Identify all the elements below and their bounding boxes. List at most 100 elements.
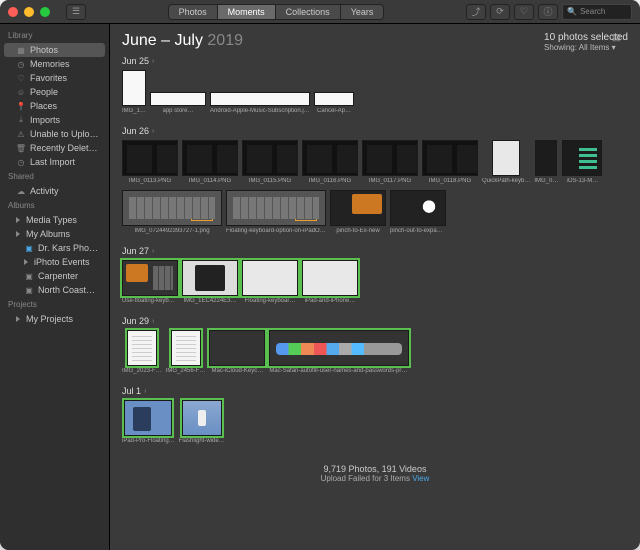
thumbnail[interactable]: Mac-iCloud-Keyc…	[209, 330, 265, 374]
minimize-window-button[interactable]	[24, 7, 34, 17]
sidebar-item-north[interactable]: ▣North Coast…	[0, 283, 109, 297]
thumbnail[interactable]: Mac-Safari-autofill-user-names-and-passw…	[269, 330, 409, 374]
thumbnail[interactable]: Cancel-Ap…	[314, 70, 354, 114]
thumbnail[interactable]: Floating-keyboard-option-on-iPadOS-full-…	[226, 190, 326, 234]
thumbnail[interactable]: iOS-13-M…	[562, 140, 602, 184]
sidebar-item-my-projects[interactable]: My Projects	[0, 312, 109, 326]
sidebar: Library ▦Photos ◷Memories ♡Favorites ☺Pe…	[0, 24, 110, 550]
search-input[interactable]: 🔍Search	[562, 4, 632, 20]
sidebar-item-drkars[interactable]: ▣Dr. Kars Pho…	[0, 241, 109, 255]
thumbnail[interactable]: IMG_0…	[534, 140, 558, 184]
sidebar-item-media-types[interactable]: Media Types	[0, 213, 109, 227]
zoom-window-button[interactable]	[40, 7, 50, 17]
album-icon: ▣	[24, 271, 34, 281]
thumbnail[interactable]: iPad-and-iPhone…	[302, 260, 358, 304]
close-window-button[interactable]	[8, 7, 18, 17]
sidebar-header-library: Library	[0, 28, 109, 43]
memories-icon: ◷	[16, 59, 26, 69]
thumbnail[interactable]: IMG_1…	[122, 70, 146, 114]
share-icon[interactable]: ⤴	[466, 4, 486, 20]
sidebar-item-imports[interactable]: ⤓Imports	[0, 113, 109, 127]
rotate-icon[interactable]: ⟳	[490, 4, 510, 20]
page-title: June – July 2019	[122, 32, 243, 50]
sidebar-item-memories[interactable]: ◷Memories	[0, 57, 109, 71]
sidebar-item-last-import[interactable]: ◷Last Import	[0, 155, 109, 169]
thumbnail[interactable]: IMG_0113.PNG	[122, 140, 178, 184]
import-icon: ⤓	[16, 115, 26, 125]
sidebar-item-my-albums[interactable]: My Albums	[0, 227, 109, 241]
info-icon[interactable]: ⓘ	[538, 4, 558, 20]
thumbnail[interactable]: pinch-to-Ex-new	[330, 190, 386, 234]
warning-icon: ⚠	[16, 129, 26, 139]
section-header-jun26[interactable]: Jun 26›	[122, 126, 628, 136]
titlebar: ☰ Photos Moments Collections Years ⤴ ⟳ ♡…	[0, 0, 640, 24]
pin-icon: 📍	[16, 101, 26, 111]
chevron-right-icon: ›	[152, 58, 154, 65]
disclosure-icon	[16, 231, 20, 237]
content-area: ▤ June – July 2019 10 photos selected Sh…	[110, 24, 640, 550]
thumbnail[interactable]: IMG_2456-F…	[166, 330, 206, 374]
thumbnail[interactable]: iPad-Pro-Floating…	[122, 400, 175, 444]
chevron-right-icon: ›	[144, 388, 146, 395]
thumbnail[interactable]: IMG_2023-F…	[122, 330, 162, 374]
tab-years[interactable]: Years	[341, 4, 385, 20]
search-icon: 🔍	[567, 7, 577, 16]
window-controls	[8, 7, 50, 17]
sidebar-item-iphoto[interactable]: iPhoto Events	[0, 255, 109, 269]
thumbnail[interactable]: app store…	[150, 70, 206, 114]
sidebar-header-projects: Projects	[0, 297, 109, 312]
library-count: 9,719 Photos, 191 Videos	[122, 464, 628, 474]
status-footer: 9,719 Photos, 191 Videos Upload Failed f…	[122, 464, 628, 493]
section-header-jun27[interactable]: Jun 27›	[122, 246, 628, 256]
thumbnail[interactable]: IMG_0724492393727-1.png	[122, 190, 222, 234]
people-icon: ☺	[16, 87, 26, 97]
section-header-jun29[interactable]: Jun 29›	[122, 316, 628, 326]
trash-icon: 🗑	[16, 143, 26, 153]
tab-photos[interactable]: Photos	[168, 4, 218, 20]
thumbnail[interactable]: Android-Apple-Music-Subscription.jpg	[210, 70, 310, 114]
sidebar-item-places[interactable]: 📍Places	[0, 99, 109, 113]
sidebar-item-recent-deleted[interactable]: 🗑Recently Delet…	[0, 141, 109, 155]
thumbnail[interactable]: IMG_0117.PNG	[362, 140, 418, 184]
sidebar-item-carpenter[interactable]: ▣Carpenter	[0, 269, 109, 283]
view-segmented-control: Photos Moments Collections Years	[92, 4, 460, 20]
album-icon: ▣	[24, 243, 34, 253]
sidebar-header-shared: Shared	[0, 169, 109, 184]
thumbnail[interactable]: Use-floating-keyboard-handle-to-spring-b…	[122, 260, 178, 304]
thumbnail[interactable]: QuickPath-keyb…	[482, 140, 530, 184]
photos-icon: ▦	[16, 45, 26, 55]
chevron-right-icon: ›	[152, 128, 154, 135]
heart-icon: ♡	[16, 73, 26, 83]
chevron-right-icon: ›	[152, 318, 154, 325]
grid-view-icon[interactable]: ▤	[612, 32, 630, 46]
sidebar-item-photos[interactable]: ▦Photos	[4, 43, 105, 57]
disclosure-icon	[16, 316, 20, 322]
tab-collections[interactable]: Collections	[276, 4, 341, 20]
thumbnail[interactable]: pinch-out-to-expand-floating-keyboard-t…	[390, 190, 446, 234]
sidebar-header-albums: Albums	[0, 198, 109, 213]
sidebar-toggle-icon[interactable]: ☰	[66, 4, 86, 20]
thumbnail[interactable]: IMG_0114.PNG	[182, 140, 238, 184]
section-header-jun25[interactable]: Jun 25›	[122, 56, 628, 66]
favorite-icon[interactable]: ♡	[514, 4, 534, 20]
sidebar-item-favorites[interactable]: ♡Favorites	[0, 71, 109, 85]
thumbnail[interactable]: IMG_1EC4224E3…	[182, 260, 238, 304]
sidebar-item-unable[interactable]: ⚠Unable to Uplo…	[0, 127, 109, 141]
chevron-right-icon: ›	[152, 248, 154, 255]
sidebar-item-people[interactable]: ☺People	[0, 85, 109, 99]
activity-icon: ☁	[16, 186, 26, 196]
thumbnail[interactable]: IMG_0118.PNG	[422, 140, 478, 184]
thumbnail[interactable]: IMG_0116.PNG	[302, 140, 358, 184]
disclosure-icon	[16, 217, 20, 223]
view-failed-link[interactable]: View	[412, 474, 429, 483]
thumbnail[interactable]: IMG_0115.PNG	[242, 140, 298, 184]
thumbnail[interactable]: Floating-keyboar…	[242, 260, 298, 304]
thumbnail[interactable]: Flashlight-wide…	[179, 400, 225, 444]
sidebar-item-activity[interactable]: ☁Activity	[0, 184, 109, 198]
disclosure-icon	[24, 259, 28, 265]
app-window: ☰ Photos Moments Collections Years ⤴ ⟳ ♡…	[0, 0, 640, 550]
section-header-jul1[interactable]: Jul 1›	[122, 386, 628, 396]
album-icon: ▣	[24, 285, 34, 295]
clock-icon: ◷	[16, 157, 26, 167]
tab-moments[interactable]: Moments	[218, 4, 276, 20]
